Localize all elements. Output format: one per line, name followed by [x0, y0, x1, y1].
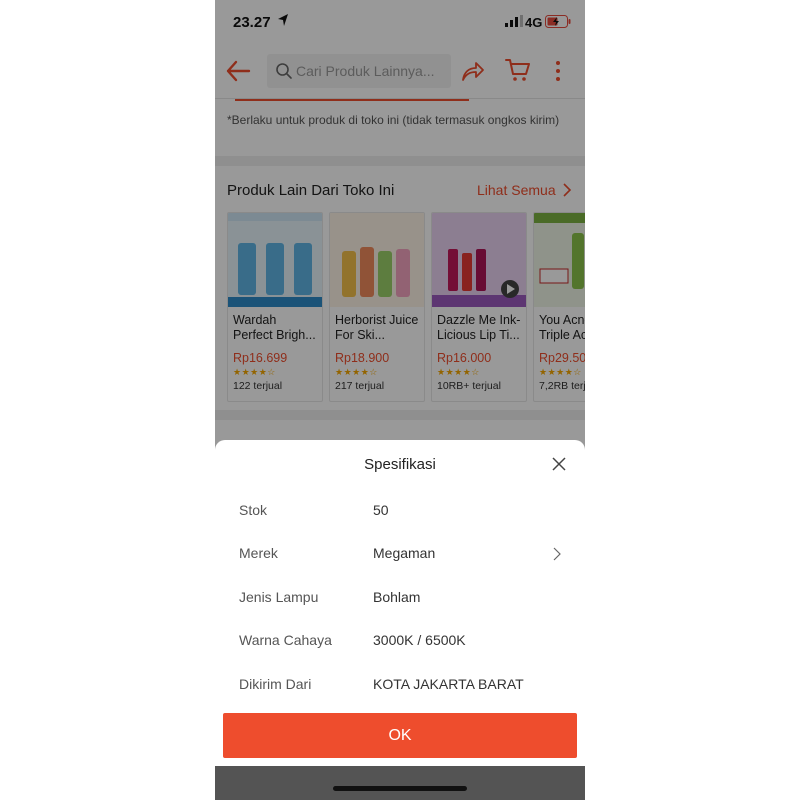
- specification-sheet: Spesifikasi Stok 50 Merek Megaman Jenis …: [215, 440, 585, 766]
- sheet-title: Spesifikasi: [364, 456, 436, 473]
- spec-value: 3000K / 6500K: [373, 632, 466, 648]
- spec-label: Stok: [239, 502, 268, 518]
- spec-row-light-color: Warna Cahaya 3000K / 6500K: [239, 632, 569, 652]
- spec-label: Warna Cahaya: [239, 632, 332, 648]
- home-indicator[interactable]: [333, 786, 467, 791]
- spec-label: Merek: [239, 545, 278, 561]
- spec-label: Jenis Lampu: [239, 589, 319, 605]
- spec-label: Dikirim Dari: [239, 676, 312, 692]
- spec-row-stock: Stok 50: [239, 502, 569, 522]
- spec-value: Megaman: [373, 545, 436, 561]
- spec-value: KOTA JAKARTA BARAT: [373, 676, 524, 692]
- chevron-right-icon[interactable]: [553, 547, 561, 561]
- spec-value: Bohlam: [373, 589, 421, 605]
- bottom-safe-area: [215, 766, 585, 800]
- spec-row-lamp-type: Jenis Lampu Bohlam: [239, 589, 569, 609]
- ok-button[interactable]: OK: [223, 713, 577, 758]
- close-icon[interactable]: [552, 457, 566, 471]
- phone-screen: 23.27 4G Cari Produk Lainnya... *Berlaku…: [215, 0, 585, 800]
- spec-row-brand[interactable]: Merek Megaman: [239, 545, 569, 565]
- spec-value: 50: [373, 502, 389, 518]
- spec-row-ships-from: Dikirim Dari KOTA JAKARTA BARAT: [239, 676, 569, 696]
